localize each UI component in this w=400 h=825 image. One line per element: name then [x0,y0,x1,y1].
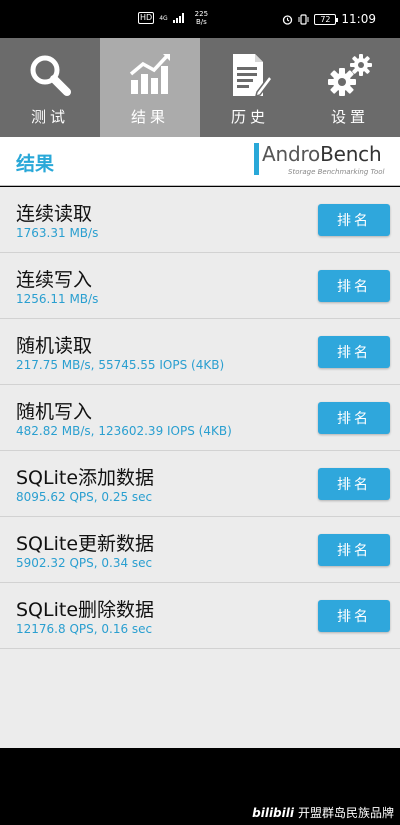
tab-settings-label: 设置 [330,108,369,126]
result-value: 5902.32 QPS, 0.34 sec [16,556,153,570]
status-right-indicators: 72 11:09 [282,12,376,26]
results-header: 结果 AndroBench Storage Benchmarking Tool [0,137,400,186]
result-title: 随机读取 [16,335,93,357]
bilibili-logo: bilibili [252,805,294,820]
chart-icon [127,52,173,98]
rank-button[interactable]: 排名 [318,270,390,302]
network-speed-unit: B/s [195,18,207,26]
logo-accent-bar [254,143,259,175]
result-row-seq-write: 连续写入 1256.11 MB/s 排名 [0,253,400,319]
result-row-seq-read: 连续读取 1763.31 MB/s 排名 [0,187,400,253]
tab-history[interactable]: 历史 [200,38,300,137]
network-speed-value: 225 [194,10,209,18]
page-title: 结果 [16,153,55,175]
tab-results[interactable]: 结果 [100,38,200,137]
result-row-sqlite-update: SQLite更新数据 5902.32 QPS, 0.34 sec 排名 [0,517,400,583]
rank-button[interactable]: 排名 [318,468,390,500]
result-title: 随机写入 [16,401,93,423]
result-title: SQLite删除数据 [16,599,155,621]
result-title: SQLite添加数据 [16,467,155,489]
brand-tagline: Storage Benchmarking Tool [288,168,385,176]
vibrate-icon [298,13,309,25]
result-value: 1256.11 MB/s [16,292,99,306]
gears-icon [325,52,375,98]
hd-badge: HD [138,12,155,24]
watermark-text: 开盟群岛民族品牌 [297,806,394,820]
rank-button[interactable]: 排名 [318,204,390,236]
tab-test[interactable]: 测试 [0,38,100,137]
alarm-icon [283,14,293,25]
result-value: 217.75 MB/s, 55745.55 IOPS (4KB) [16,358,225,372]
tab-bar: 测试 结果 历史 设置 [0,38,400,137]
result-value: 12176.8 QPS, 0.16 sec [16,622,153,636]
result-row-rand-read: 随机读取 217.75 MB/s, 55745.55 IOPS (4KB) 排名 [0,319,400,385]
tab-results-label: 结果 [130,108,169,126]
result-title: SQLite更新数据 [16,533,155,555]
tab-test-label: 测试 [30,108,69,126]
rank-button[interactable]: 排名 [318,534,390,566]
network-indicator: 4G [159,15,167,22]
result-value: 1763.31 MB/s [16,226,99,240]
bottom-blank-area: bilibili 开盟群岛民族品牌 [0,748,400,825]
results-list: 连续读取 1763.31 MB/s 排名 连续写入 1256.11 MB/s 排… [0,187,400,748]
result-title: 连续写入 [16,269,93,291]
clock: 11:09 [341,12,376,26]
battery-level: 72 [320,14,331,24]
result-row-sqlite-delete: SQLite删除数据 12176.8 QPS, 0.16 sec 排名 [0,583,400,649]
brand-name: AndroBench [262,142,382,166]
rank-button[interactable]: 排名 [318,402,390,434]
androbench-logo: AndroBench Storage Benchmarking Tool [254,142,388,181]
result-row-sqlite-insert: SQLite添加数据 8095.62 QPS, 0.25 sec 排名 [0,451,400,517]
result-value: 482.82 MB/s, 123602.39 IOPS (4KB) [16,424,232,438]
tab-settings[interactable]: 设置 [300,38,400,137]
status-left-indicators: HD 4G 225 B/s [138,10,208,26]
network-type: 4G [159,14,168,22]
brand-name-part1: Andro [262,142,321,166]
watermark: bilibili 开盟群岛民族品牌 [252,804,394,821]
magnifier-icon [27,52,73,98]
result-value: 8095.62 QPS, 0.25 sec [16,490,153,504]
rank-button[interactable]: 排名 [318,336,390,368]
status-bar: HD 4G 225 B/s 72 11:09 [0,0,400,38]
brand-name-part2: Bench [320,142,382,166]
rank-button[interactable]: 排名 [318,600,390,632]
battery-icon: 72 [314,13,339,25]
result-row-rand-write: 随机写入 482.82 MB/s, 123602.39 IOPS (4KB) 排… [0,385,400,451]
document-pen-icon [227,52,273,98]
result-title: 连续读取 [16,203,93,225]
signal-icon [172,13,184,23]
network-speed: 225 B/s [195,10,208,26]
tab-history-label: 历史 [230,108,269,126]
